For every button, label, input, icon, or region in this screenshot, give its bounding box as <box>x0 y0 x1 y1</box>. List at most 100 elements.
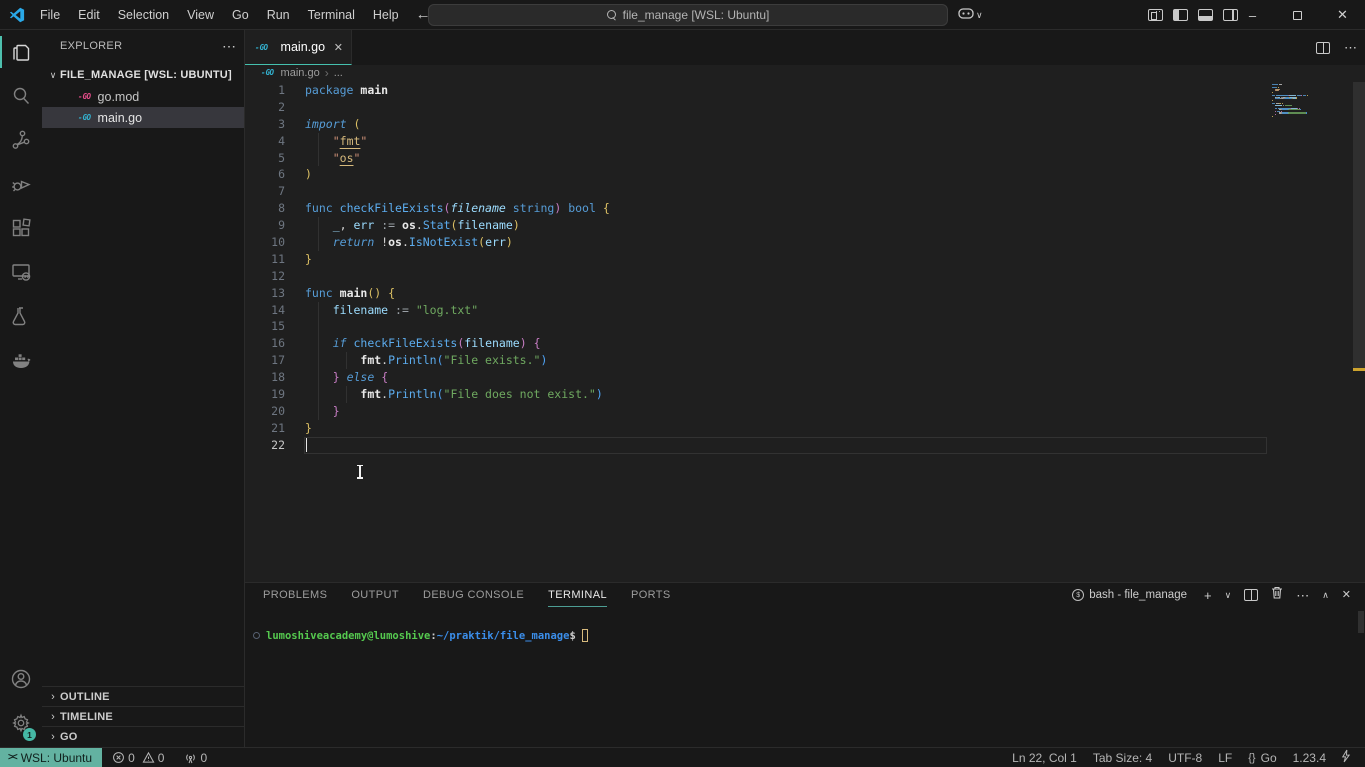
code-line[interactable]: 17 fmt.Println("File exists.") <box>245 352 1267 369</box>
terminal-scrollbar[interactable] <box>1358 611 1364 633</box>
code-editor[interactable]: 1package main23import (4 "fmt"5 "os"6)78… <box>245 80 1365 582</box>
activity-source-control-icon[interactable] <box>0 118 42 162</box>
menu-run[interactable]: Run <box>258 8 299 22</box>
activity-extensions-icon[interactable] <box>0 206 42 250</box>
customize-layout-icon[interactable] <box>1148 9 1163 21</box>
code-line[interactable]: 6) <box>245 166 1267 183</box>
close-panel-icon[interactable]: ✕ <box>1342 590 1351 601</box>
panel-tab-problems[interactable]: PROBLEMS <box>263 583 327 607</box>
minimize-button[interactable]: – <box>1230 0 1275 30</box>
command-center-search[interactable]: file_manage [WSL: Ubuntu] <box>428 4 948 26</box>
code-line[interactable]: 20 } <box>245 403 1267 420</box>
problems-status[interactable]: 0 0 <box>106 751 170 765</box>
terminal-dropdown-chevron-icon[interactable]: ∨ <box>1225 591 1232 600</box>
code-line[interactable]: 4 "fmt" <box>245 133 1267 150</box>
code-line[interactable]: 1package main <box>245 82 1267 99</box>
code-line[interactable]: 15 <box>245 318 1267 335</box>
code-line[interactable]: 5 "os" <box>245 150 1267 167</box>
section-timeline[interactable]: ›TIMELINE <box>42 706 244 726</box>
status-go[interactable]: {}Go <box>1240 751 1284 765</box>
activity-docker-icon[interactable] <box>0 338 42 382</box>
status-lf[interactable]: LF <box>1210 751 1240 765</box>
code-line[interactable]: 8func checkFileExists(filename string) b… <box>245 200 1267 217</box>
code-line[interactable]: 2 <box>245 99 1267 116</box>
status-utf-8[interactable]: UTF-8 <box>1160 751 1210 765</box>
menu-view[interactable]: View <box>178 8 223 22</box>
panel-tab-terminal[interactable]: TERMINAL <box>548 583 607 607</box>
panel-more-icon[interactable]: ⋯ <box>1296 589 1309 602</box>
close-window-button[interactable]: ✕ <box>1320 0 1365 30</box>
section-go[interactable]: ›GO <box>42 726 244 746</box>
go-language-server-icon[interactable] <box>1334 749 1357 766</box>
editor-more-icon[interactable]: ⋯ <box>1344 41 1357 54</box>
code-area[interactable]: 1package main23import (4 "fmt"5 "os"6)78… <box>245 82 1267 454</box>
indent-guide <box>318 403 319 420</box>
kill-terminal-icon[interactable] <box>1271 586 1283 604</box>
code-line[interactable]: 7 <box>245 183 1267 200</box>
terminal[interactable]: lumoshiveacademy@lumoshive : ~/praktik/f… <box>245 607 1365 747</box>
code-line[interactable]: 19 fmt.Println("File does not exist.") <box>245 386 1267 403</box>
code-text: fmt.Println("File exists.") <box>305 352 547 369</box>
split-editor-icon[interactable] <box>1316 42 1330 54</box>
indent-guide <box>318 133 319 150</box>
line-number: 17 <box>245 352 285 369</box>
code-line[interactable]: 11} <box>245 251 1267 268</box>
activity-remote-explorer-icon[interactable] <box>0 250 42 294</box>
code-line[interactable]: 9 _, err := os.Stat(filename) <box>245 217 1267 234</box>
tab-close-icon[interactable]: ✕ <box>334 41 343 54</box>
new-terminal-icon[interactable]: + <box>1204 589 1212 602</box>
code-line[interactable]: 12 <box>245 268 1267 285</box>
toggle-panel-icon[interactable] <box>1198 9 1213 21</box>
menu-help[interactable]: Help <box>364 8 408 22</box>
panel-tab-output[interactable]: OUTPUT <box>351 583 399 607</box>
menu-edit[interactable]: Edit <box>69 8 109 22</box>
section-outline[interactable]: ›OUTLINE <box>42 686 244 706</box>
terminal-instance[interactable]: $ bash - file_manage <box>1072 589 1187 601</box>
minimap[interactable] <box>1272 84 1342 119</box>
activity-run-debug-icon[interactable] <box>0 162 42 206</box>
settings-gear-icon[interactable]: 1 <box>0 701 42 745</box>
breadcrumb-file[interactable]: main.go <box>281 67 320 79</box>
ports-status[interactable]: 0 <box>178 751 213 765</box>
code-line[interactable]: 21} <box>245 420 1267 437</box>
code-text: func checkFileExists(filename string) bo… <box>305 200 610 217</box>
code-line[interactable]: 18 } else { <box>245 369 1267 386</box>
activity-search-icon[interactable] <box>0 74 42 118</box>
code-line[interactable]: 16 if checkFileExists(filename) { <box>245 335 1267 352</box>
status-tab-size-4[interactable]: Tab Size: 4 <box>1085 751 1160 765</box>
code-line[interactable]: 13func main() { <box>245 285 1267 302</box>
file-item-main.go[interactable]: GOmain.go <box>42 107 244 128</box>
copilot-icon[interactable] <box>958 6 974 24</box>
status-1-23-4[interactable]: 1.23.4 <box>1285 751 1334 765</box>
tab-main-go[interactable]: GO main.go ✕ <box>245 30 352 65</box>
indent-guide <box>318 150 319 167</box>
code-line[interactable]: 3import ( <box>245 116 1267 133</box>
breadcrumb-more[interactable]: ... <box>334 67 343 79</box>
panel-tab-debug-console[interactable]: DEBUG CONSOLE <box>423 583 524 607</box>
activity-explorer-icon[interactable] <box>0 30 42 74</box>
panel-tab-ports[interactable]: PORTS <box>631 583 671 607</box>
menu-go[interactable]: Go <box>223 8 258 22</box>
remote-indicator[interactable]: >< WSL: Ubuntu <box>0 748 102 767</box>
sidebar-more-icon[interactable]: ⋯ <box>222 38 236 55</box>
explorer-sidebar: EXPLORER ⋯ ∨ FILE_MANAGE [WSL: UBUNTU] G… <box>42 30 245 747</box>
status-ln-22-col-1[interactable]: Ln 22, Col 1 <box>1004 751 1085 765</box>
file-item-go.mod[interactable]: GOgo.mod <box>42 86 244 107</box>
remote-label: WSL: Ubuntu <box>21 751 92 765</box>
toggle-sidebar-icon[interactable] <box>1173 9 1188 21</box>
scrollbar-slider[interactable] <box>1353 82 1365 370</box>
editor-scrollbar[interactable] <box>1353 80 1365 582</box>
maximize-button[interactable] <box>1275 0 1320 30</box>
code-line[interactable]: 14 filename := "log.txt" <box>245 302 1267 319</box>
accounts-icon[interactable] <box>0 657 42 701</box>
menu-selection[interactable]: Selection <box>109 8 178 22</box>
menu-file[interactable]: File <box>31 8 69 22</box>
activity-testing-icon[interactable] <box>0 294 42 338</box>
copilot-chevron-down-icon[interactable]: ∨ <box>976 11 983 20</box>
maximize-panel-icon[interactable]: ∧ <box>1322 591 1329 600</box>
menu-terminal[interactable]: Terminal <box>299 8 364 22</box>
code-line[interactable]: 10 return !os.IsNotExist(err) <box>245 234 1267 251</box>
code-line[interactable]: 22 <box>245 437 1267 454</box>
tree-root-folder[interactable]: ∨ FILE_MANAGE [WSL: UBUNTU] <box>42 64 244 86</box>
split-terminal-icon[interactable] <box>1244 589 1258 601</box>
